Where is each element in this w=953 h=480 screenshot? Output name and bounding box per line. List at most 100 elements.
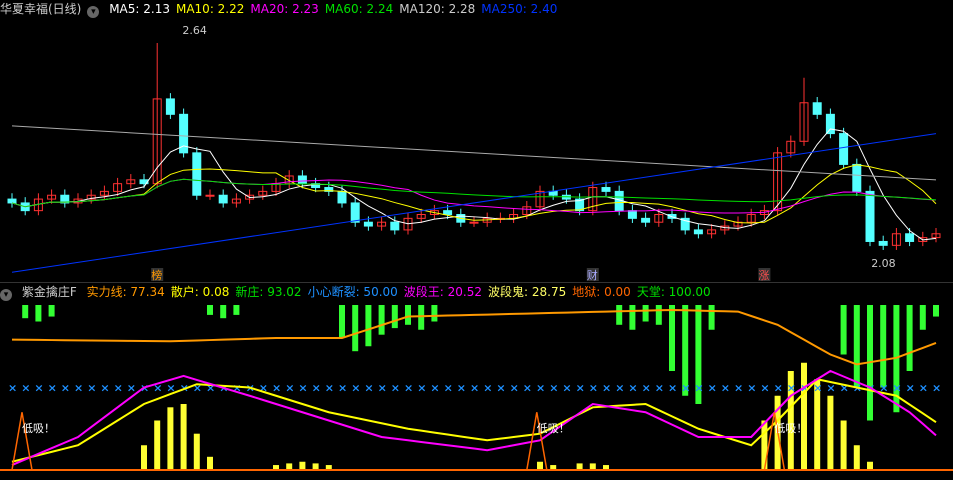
- green-bar: [22, 305, 29, 319]
- yellow-bar: [167, 407, 174, 470]
- yellow-bar: [207, 456, 213, 470]
- danger-marker: ×: [127, 382, 136, 395]
- yellow-bar: [761, 420, 768, 470]
- danger-marker: ×: [906, 382, 915, 395]
- danger-marker: ×: [312, 382, 321, 395]
- ma20-line: [11, 178, 937, 214]
- green-bar: [391, 305, 398, 329]
- green-bar: [378, 305, 385, 335]
- danger-marker: ×: [628, 382, 637, 395]
- green-bar: [339, 305, 345, 338]
- danger-marker: ×: [747, 382, 756, 395]
- danger-marker: ×: [760, 382, 769, 395]
- candle-up: [469, 221, 479, 224]
- yellow-bar: [180, 404, 187, 470]
- danger-marker: ×: [932, 382, 941, 395]
- danger-marker: ×: [813, 382, 822, 395]
- danger-marker: ×: [378, 382, 387, 395]
- danger-marker: ×: [100, 382, 109, 395]
- danger-marker: ×: [338, 382, 347, 395]
- green-bar: [629, 305, 636, 330]
- event-marker: 涨: [758, 269, 769, 282]
- chart-canvas[interactable]: 2.64 2.08 榜 财 涨 × × × × × × × × × × × × × × × × × × × × × × × × × × × × ×…: [0, 0, 953, 480]
- yellow-bar: [154, 420, 161, 470]
- danger-marker: ×: [536, 382, 545, 395]
- candle-down: [390, 221, 400, 231]
- candle-down: [218, 194, 228, 204]
- signal-label: 低吸！: [22, 422, 55, 435]
- low-price-label: 2.08: [871, 257, 896, 270]
- yellow-bar: [840, 420, 847, 470]
- green-bar: [207, 305, 213, 315]
- candle-down: [693, 229, 703, 235]
- danger-marker: ×: [364, 382, 373, 395]
- ma120-line: [11, 125, 937, 181]
- yellow-bar: [193, 433, 200, 470]
- danger-marker: ×: [549, 382, 558, 395]
- yellow-bar: [141, 445, 147, 470]
- danger-marker: ×: [589, 382, 598, 395]
- candle-down: [337, 190, 347, 204]
- danger-marker: ×: [892, 382, 901, 395]
- candle-down: [443, 210, 453, 216]
- danger-marker: ×: [562, 382, 571, 395]
- danger-marker: ×: [298, 382, 307, 395]
- candle-up: [205, 194, 215, 197]
- stock-chart: 华夏幸福(日线) ▾ MA5: 2.13 MA10: 2.22 MA20: 2.23 M…: [0, 0, 953, 480]
- danger-marker: ×: [523, 382, 532, 395]
- danger-marker: ×: [48, 382, 57, 395]
- event-marker: 财: [587, 268, 598, 282]
- event-marker: 榜: [151, 268, 162, 282]
- ma10-line: [11, 164, 937, 224]
- candle-down: [641, 217, 651, 223]
- danger-marker: ×: [272, 382, 281, 395]
- green-bar: [48, 305, 55, 317]
- danger-marker: ×: [430, 382, 439, 395]
- danger-marker: ×: [87, 382, 96, 395]
- green-bar: [35, 305, 42, 322]
- danger-marker: ×: [470, 382, 479, 395]
- danger-marker: ×: [325, 382, 334, 395]
- green-bar: [642, 305, 649, 322]
- danger-marker: ×: [61, 382, 70, 395]
- signal-label: 低吸！: [537, 422, 570, 435]
- danger-marker: ×: [483, 382, 492, 395]
- green-bar: [933, 305, 939, 317]
- candle-down: [192, 152, 202, 196]
- danger-marker: ×: [351, 382, 360, 395]
- green-bar: [906, 305, 913, 371]
- candle-down: [865, 190, 875, 242]
- danger-marker: ×: [74, 382, 83, 395]
- danger-marker: ×: [21, 382, 30, 395]
- yellow-bar: [867, 461, 873, 470]
- danger-marker: ×: [285, 382, 294, 395]
- danger-marker: ×: [510, 382, 519, 395]
- green-bar: [853, 305, 860, 388]
- green-bar: [431, 305, 438, 322]
- danger-marker: ×: [496, 382, 505, 395]
- danger-marker: ×: [457, 382, 466, 395]
- green-bar: [880, 305, 887, 388]
- yellow-bar: [299, 461, 306, 470]
- candle-down: [839, 133, 849, 165]
- danger-marker: ×: [576, 382, 585, 395]
- candle-down: [350, 202, 360, 223]
- high-price-label: 2.64: [182, 24, 207, 37]
- danger-marker: ×: [694, 382, 703, 395]
- candle-down: [165, 98, 175, 115]
- candle-down: [852, 163, 862, 192]
- candle-down: [812, 102, 822, 115]
- danger-marker: ×: [34, 382, 43, 395]
- danger-marker: ×: [602, 382, 611, 395]
- green-bar: [233, 305, 240, 315]
- strength-line: [11, 308, 937, 366]
- danger-marker: ×: [734, 382, 743, 395]
- danger-marker: ×: [642, 382, 651, 395]
- candle-down: [7, 198, 17, 204]
- green-bar: [616, 305, 623, 325]
- candle-down: [627, 210, 637, 219]
- yellow-bar: [537, 461, 543, 470]
- yellow-bar: [827, 395, 834, 470]
- danger-marker: ×: [114, 382, 123, 395]
- danger-marker: ×: [655, 382, 664, 395]
